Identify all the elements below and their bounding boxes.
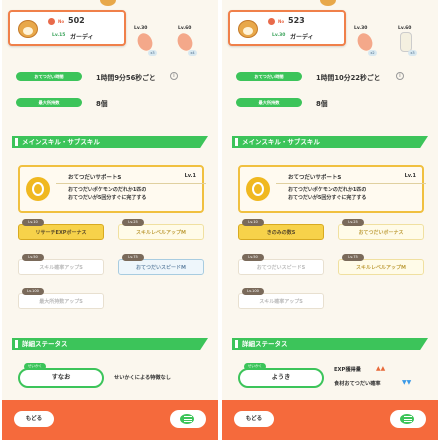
- menu-icon: [404, 416, 412, 422]
- nature-up-arrows: ▲▲: [376, 365, 386, 372]
- pokemon-number-label: No: [278, 19, 285, 24]
- stat-value-max-carry: 8個: [316, 100, 328, 108]
- pokemon-number: 502: [68, 16, 85, 25]
- stat-label-max-carry: 最大所持数: [236, 98, 302, 107]
- pokemon-level: Lv.30: [272, 33, 286, 38]
- subskill-button[interactable]: おてつだいスピードS: [238, 259, 324, 275]
- menu-button[interactable]: [170, 410, 206, 428]
- subskill-level-tag: Lv.100: [22, 288, 44, 295]
- pokemon-detail-panel-left: No 502 Lv.15 ガーディ Lv.30 x3 Lv.60 x4 おてつだ…: [2, 0, 218, 440]
- subskill-level-tag: Lv.25: [342, 219, 364, 226]
- subskill-level-tag: Lv.10: [242, 219, 264, 226]
- subskill-button[interactable]: 最大所持数アップS: [18, 293, 104, 309]
- section-header-details: 詳細ステータス: [232, 338, 428, 350]
- pokemon-name: ガーディ: [290, 34, 314, 41]
- subskill-level-tag: Lv.50: [22, 254, 44, 261]
- back-button[interactable]: もどる: [234, 411, 274, 427]
- skill-icon: [246, 177, 270, 201]
- item-level: Lv.30: [134, 26, 148, 31]
- menu-button[interactable]: [390, 410, 426, 428]
- subskill-level-tag: Lv.50: [242, 254, 264, 261]
- pokemon-level: Lv.15: [52, 33, 66, 38]
- item-level: Lv.30: [354, 26, 368, 31]
- ribbon-icon: [48, 18, 55, 25]
- main-skill-description: おてつだいポケモンのだれか1匹の おてつだいが5回分すぐに完了する: [68, 187, 147, 201]
- skill-icon: [26, 177, 50, 201]
- nature-up-label: EXP獲得量: [334, 367, 361, 373]
- subskill-button[interactable]: スキル確率アップS: [18, 259, 104, 275]
- pokemon-detail-panel-right: No 523 Lv.30 ガーディ Lv.30 x2 Lv.60 x3 おてつだ…: [222, 0, 438, 440]
- main-skill-card[interactable]: おてつだいサポートS Lv.1 おてつだいポケモンのだれか1匹の おてつだいが5…: [18, 165, 206, 213]
- item-count: x2: [368, 50, 377, 56]
- item-count: x3: [148, 50, 157, 56]
- info-icon[interactable]: i: [170, 72, 178, 80]
- subskill-level-tag: Lv.100: [242, 288, 264, 295]
- subskill-button[interactable]: おてつだいボーナス: [338, 224, 424, 240]
- ribbon-icon: [268, 18, 275, 25]
- pokemon-name: ガーディ: [70, 34, 94, 41]
- info-icon[interactable]: i: [396, 72, 404, 80]
- item-count: x4: [188, 50, 197, 56]
- main-skill-name: おてつだいサポートS: [288, 175, 342, 181]
- pokemon-card[interactable]: No 523 Lv.30 ガーディ: [228, 10, 346, 46]
- stat-label-help-time: おてつだい時間: [16, 72, 82, 81]
- pokemon-number-label: No: [58, 19, 65, 24]
- subskill-button[interactable]: スキルレベルアップM: [338, 259, 424, 275]
- nature-button[interactable]: すなお: [18, 368, 104, 388]
- pokemon-icon: [238, 20, 258, 38]
- stat-value-help-time: 1時間9分56秒ごと: [96, 74, 156, 82]
- main-skill-level: Lv.1: [404, 173, 416, 179]
- subskill-button[interactable]: スキルレベルアップM: [118, 224, 204, 240]
- stat-label-max-carry: 最大所持数: [16, 98, 82, 107]
- pokemon-sprite-top: [320, 0, 336, 6]
- nature-down-arrows: ▼▼: [402, 379, 412, 386]
- main-skill-card[interactable]: おてつだいサポートS Lv.1 おてつだいポケモンのだれか1匹の おてつだいが5…: [238, 165, 426, 213]
- divider: [276, 183, 426, 184]
- stat-value-max-carry: 8個: [96, 100, 108, 108]
- nature-down-label: 食材おてつだい確率: [334, 381, 381, 387]
- back-button[interactable]: もどる: [14, 411, 54, 427]
- pokemon-icon: [18, 20, 38, 38]
- stat-value-help-time: 1時間10分22秒ごと: [316, 74, 381, 82]
- item-level: Lv.60: [178, 26, 192, 31]
- pokemon-number: 523: [288, 16, 305, 25]
- milk-bottle-icon[interactable]: [400, 32, 412, 52]
- pokemon-card[interactable]: No 502 Lv.15 ガーディ: [8, 10, 126, 46]
- stat-label-help-time: おてつだい時間: [236, 72, 302, 81]
- subskill-level-tag: Lv.75: [122, 254, 144, 261]
- subskill-button[interactable]: スキル確率アップS: [238, 293, 324, 309]
- section-header-skills: メインスキル・サブスキル: [12, 136, 208, 148]
- subskill-level-tag: Lv.25: [122, 219, 144, 226]
- main-skill-level: Lv.1: [184, 173, 196, 179]
- subskill-button[interactable]: リサーチEXPボーナス: [18, 224, 104, 240]
- item-level: Lv.60: [398, 26, 412, 31]
- nature-effect: せいかくによる特徴なし: [114, 375, 171, 381]
- menu-icon: [184, 416, 192, 422]
- nature-tag: せいかく: [24, 363, 46, 370]
- subskill-button[interactable]: きのみの数S: [238, 224, 324, 240]
- section-header-details: 詳細ステータス: [12, 338, 208, 350]
- subskill-level-tag: Lv.10: [22, 219, 44, 226]
- section-header-skills: メインスキル・サブスキル: [232, 136, 428, 148]
- main-skill-description: おてつだいポケモンのだれか1匹の おてつだいが5回分すぐに完了する: [288, 187, 367, 201]
- pokemon-sprite-top: [100, 0, 116, 6]
- nature-tag: せいかく: [244, 363, 266, 370]
- subskill-level-tag: Lv.75: [342, 254, 364, 261]
- main-skill-name: おてつだいサポートS: [68, 175, 122, 181]
- item-count: x3: [408, 50, 417, 56]
- subskill-button[interactable]: おてつだいスピードM: [118, 259, 204, 275]
- divider: [56, 183, 206, 184]
- nature-button[interactable]: ようき: [238, 368, 324, 388]
